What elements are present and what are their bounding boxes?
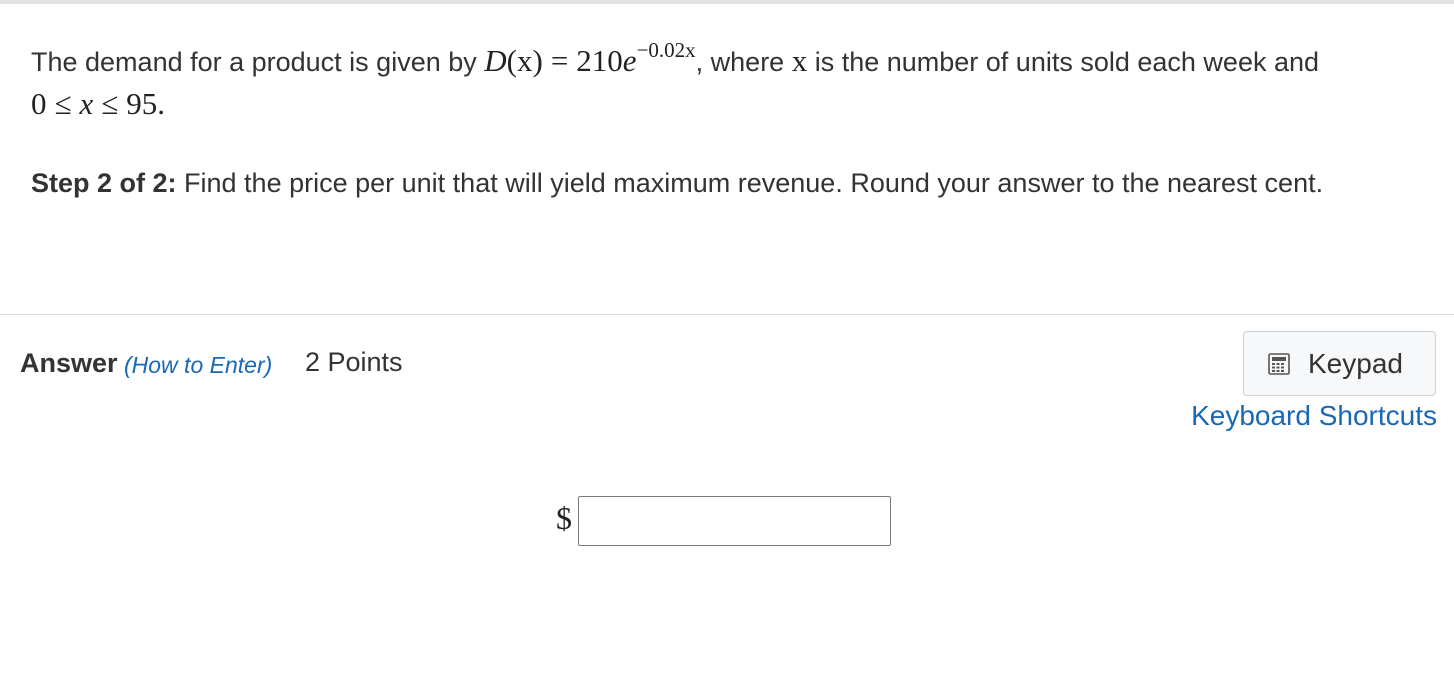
range-variable: x (79, 86, 94, 121)
how-to-enter-link[interactable]: (How to Enter) (124, 352, 272, 379)
question-text: The demand for a product is given by D(x… (31, 39, 1426, 126)
question-intro: The demand for a product is given by (31, 47, 485, 77)
answer-input[interactable] (578, 496, 891, 546)
keypad-button[interactable]: Keypad (1243, 331, 1436, 396)
section-divider (0, 314, 1454, 315)
step-instruction: Step 2 of 2: Find the price per unit tha… (31, 163, 1426, 204)
exponent: −0.02x (636, 37, 696, 62)
equals-sign: = (550, 43, 569, 78)
less-equal-sign: ≤ (101, 86, 119, 121)
range-high: 95. (126, 86, 166, 121)
demand-function: D(x) = 210e−0.02x (484, 39, 695, 78)
question-rest: is the number of units sold each week an… (807, 47, 1320, 77)
answer-label: Answer (20, 348, 118, 378)
less-equal-sign: ≤ (54, 86, 72, 121)
points-value: 2 Points (305, 347, 403, 377)
step-label: Step 2 of 2: (31, 168, 177, 198)
keyboard-shortcuts-link[interactable]: Keyboard Shortcuts (1191, 400, 1437, 432)
function-name: D (484, 43, 507, 78)
step-text: Find the price per unit that will yield … (176, 168, 1324, 198)
calculator-icon (1268, 352, 1290, 375)
range-low: 0 (31, 86, 47, 121)
exponential-base: e (622, 43, 637, 78)
keypad-label: Keypad (1308, 347, 1403, 379)
top-divider (0, 0, 1454, 4)
domain-range: 0 ≤ x ≤95. (31, 86, 165, 121)
currency-symbol: $ (556, 500, 572, 536)
question-middle: , where (695, 47, 792, 77)
variable-x: x (791, 43, 808, 78)
function-argument: (x) (506, 43, 543, 78)
coefficient: 210 (576, 43, 623, 78)
